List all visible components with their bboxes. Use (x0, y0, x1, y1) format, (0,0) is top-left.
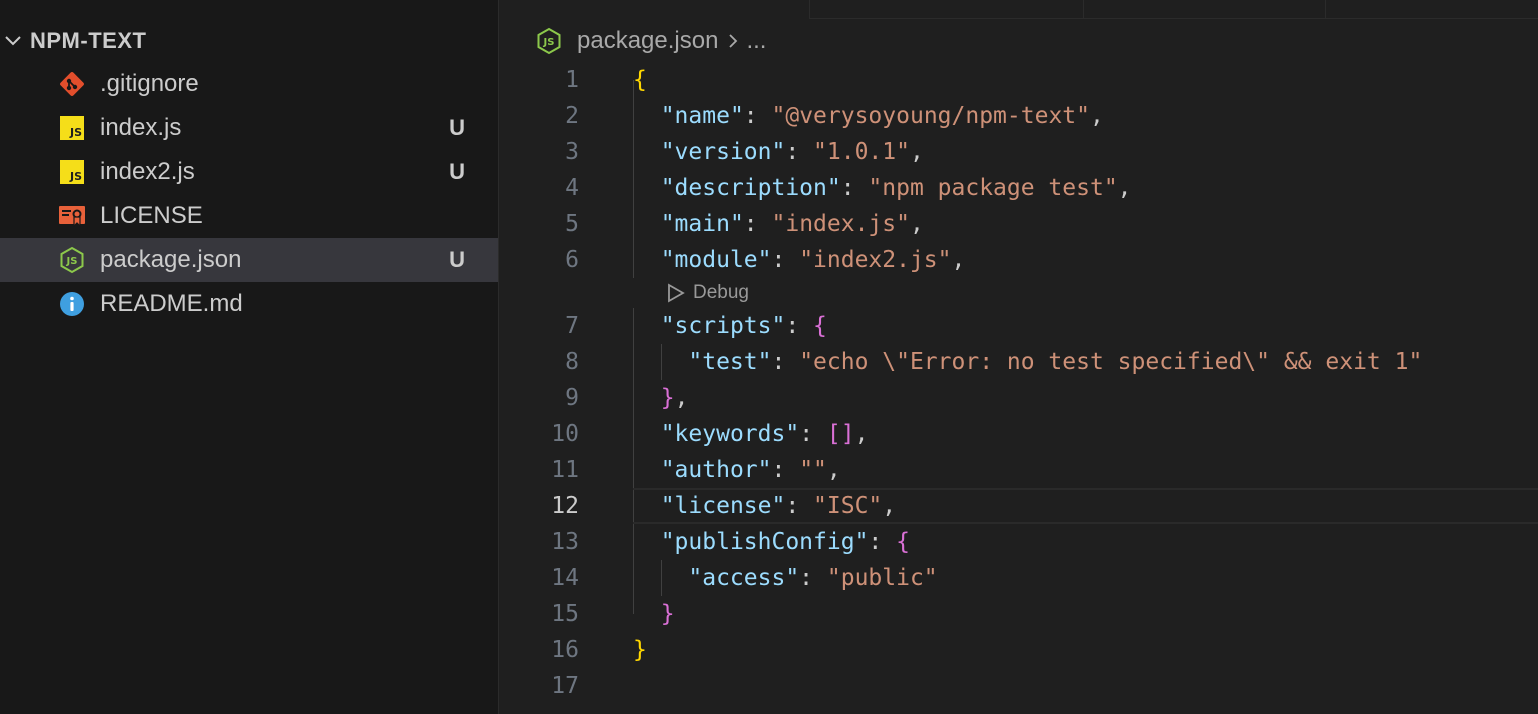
git-status-badge: U (449, 159, 465, 184)
file-name: README.md (100, 290, 243, 317)
line-number: 6 (565, 247, 579, 273)
js-badge: JS (60, 160, 84, 184)
line-number: 14 (551, 565, 579, 591)
file-name: .gitignore (100, 70, 199, 97)
line-number: 5 (565, 211, 579, 237)
code-line: 17 (499, 668, 1538, 704)
code-line: 6 "module": "index2.js", (499, 242, 1538, 278)
js-badge: JS (60, 116, 84, 140)
line-number: 1 (565, 67, 579, 93)
code-line-current: 12 "license": "ISC", (499, 488, 1538, 524)
line-content: "author": "", (660, 457, 841, 483)
line-number: 13 (551, 529, 579, 555)
code-line: 13 "publishConfig": { (499, 524, 1538, 560)
file-name: LICENSE (100, 202, 203, 229)
git-status-badge: U (449, 115, 465, 140)
line-number: 12 (551, 493, 579, 519)
play-icon (667, 283, 685, 303)
folder-name: NPM-TEXT (30, 28, 147, 53)
license-icon (57, 201, 87, 231)
line-content: { (633, 67, 647, 93)
line-number: 2 (565, 103, 579, 129)
code-line: 7 "scripts": { (499, 308, 1538, 344)
git-icon (57, 69, 87, 99)
codelens-row: Debug (499, 278, 1538, 308)
line-content: "access": "public" (688, 565, 938, 591)
code-line: 1 { (499, 62, 1538, 98)
explorer-sidebar: NPM-TEXT .gitignore JS index.js U JS ind… (0, 0, 499, 714)
code-line: 15 } (499, 596, 1538, 632)
file-name: index2.js (100, 158, 195, 185)
line-number: 17 (551, 673, 579, 699)
file-item-license[interactable]: LICENSE (0, 194, 498, 238)
line-number: 16 (551, 637, 579, 663)
nodejs-icon: JS (535, 27, 563, 55)
line-number: 15 (551, 601, 579, 627)
tab-strip (809, 0, 1538, 19)
code-line: 9 }, (499, 380, 1538, 416)
tab-separator (1083, 0, 1084, 18)
file-item-index2-js[interactable]: JS index2.js U (0, 150, 498, 194)
chevron-right-icon (728, 33, 738, 49)
file-list: .gitignore JS index.js U JS index2.js U (0, 62, 498, 326)
line-content: "main": "index.js", (660, 211, 924, 237)
line-content: } (633, 637, 647, 663)
file-name: package.json (100, 246, 242, 273)
line-number: 11 (551, 457, 579, 483)
line-content: } (660, 601, 675, 627)
code-editor[interactable]: 1 { 2 "name": "@verysoyoung/npm-text", 3… (499, 62, 1538, 704)
code-line: 8 "test": "echo \"Error: no test specifi… (499, 344, 1538, 380)
line-number: 7 (565, 313, 579, 339)
file-name: index.js (100, 114, 182, 141)
file-item-index-js[interactable]: JS index.js U (0, 106, 498, 150)
code-line: 5 "main": "index.js", (499, 206, 1538, 242)
breadcrumb: JS package.json ... (535, 26, 766, 56)
line-content: "keywords": [], (660, 421, 869, 447)
js-file-icon: JS (57, 113, 87, 143)
line-number: 9 (565, 385, 579, 411)
vscode-window: NPM-TEXT .gitignore JS index.js U JS ind… (0, 0, 1538, 714)
info-icon (57, 289, 87, 319)
line-content: "publishConfig": { (660, 529, 910, 555)
debug-label: Debug (693, 282, 749, 303)
file-item-gitignore[interactable]: .gitignore (0, 62, 498, 106)
tab-separator (809, 0, 810, 18)
editor-pane: JS package.json ... 1 { 2 "name": "@very… (499, 0, 1538, 714)
code-line: 16 } (499, 632, 1538, 668)
file-item-package-json[interactable]: JS package.json U (0, 238, 498, 282)
code-line: 3 "version": "1.0.1", (499, 134, 1538, 170)
chevron-down-icon (2, 30, 24, 52)
line-content: }, (660, 385, 689, 411)
line-number: 8 (565, 349, 579, 375)
debug-codelens[interactable]: Debug (667, 282, 749, 304)
file-item-readme[interactable]: README.md (0, 282, 498, 326)
tab-separator (1325, 0, 1326, 18)
js-file-icon: JS (57, 157, 87, 187)
line-content: "scripts": { (660, 313, 827, 339)
line-content: "license": "ISC", (660, 493, 897, 519)
code-line: 2 "name": "@verysoyoung/npm-text", (499, 98, 1538, 134)
nodejs-icon: JS (57, 245, 87, 275)
line-number: 3 (565, 139, 579, 165)
line-number: 10 (551, 421, 579, 447)
folder-header[interactable]: NPM-TEXT (0, 26, 498, 56)
breadcrumb-file[interactable]: package.json (577, 27, 718, 55)
code-line: 4 "description": "npm package test", (499, 170, 1538, 206)
line-number: 4 (565, 175, 579, 201)
git-status-badge: U (449, 247, 465, 272)
code-line: 10 "keywords": [], (499, 416, 1538, 452)
code-line: 11 "author": "", (499, 452, 1538, 488)
line-content: "module": "index2.js", (660, 247, 966, 273)
line-content: "version": "1.0.1", (660, 139, 924, 165)
code-line: 14 "access": "public" (499, 560, 1538, 596)
line-content: "description": "npm package test", (660, 175, 1132, 201)
svg-text:JS: JS (66, 256, 78, 267)
breadcrumb-ellipsis[interactable]: ... (746, 27, 766, 55)
svg-text:JS: JS (543, 37, 555, 48)
line-content: "test": "echo \"Error: no test specified… (688, 349, 1423, 375)
line-content: "name": "@verysoyoung/npm-text", (660, 103, 1104, 129)
